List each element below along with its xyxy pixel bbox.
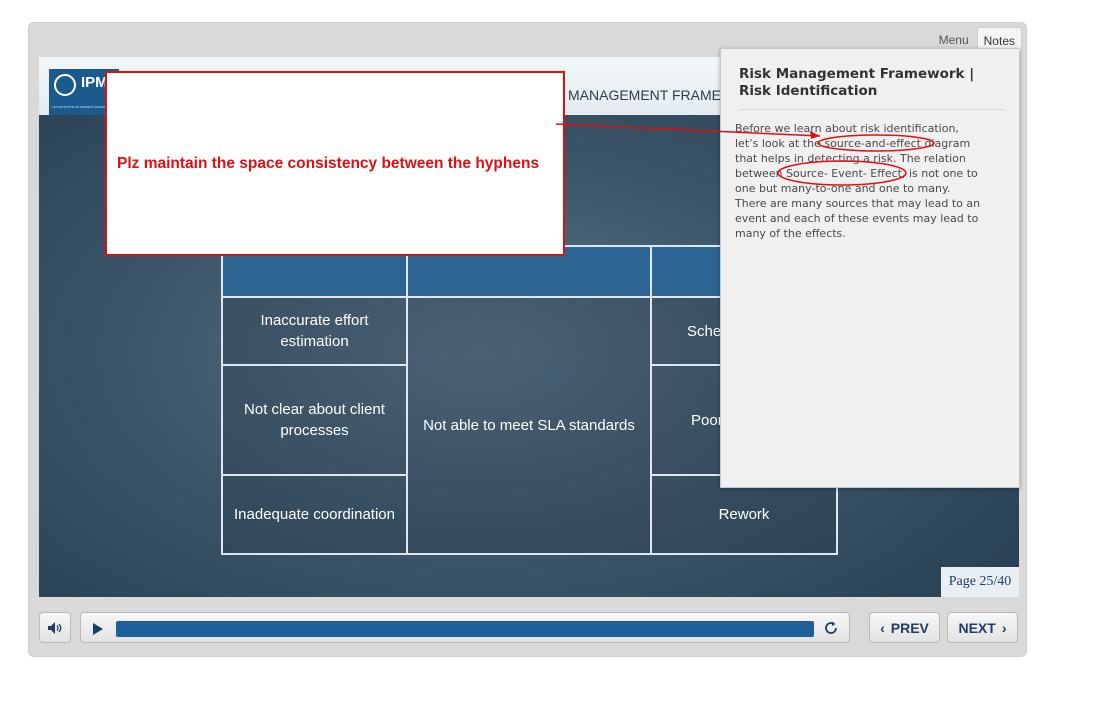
notes-divider (739, 109, 1005, 110)
page-indicator: Page 25/40 (941, 567, 1019, 597)
progress-track (80, 612, 850, 643)
speaker-icon (48, 621, 62, 634)
review-comment-text: Plz maintain the space consistency betwe… (117, 155, 540, 172)
cause-cell: Inadequate coordination (221, 474, 408, 555)
cause-cell: Not clear about client processes (221, 364, 408, 476)
replay-button[interactable] (823, 620, 839, 636)
play-icon (93, 623, 103, 635)
replay-icon (825, 621, 837, 634)
playback-controls: ‹ PREV NEXT › (39, 612, 1019, 644)
chevron-right-icon: › (1001, 619, 1007, 636)
chevron-left-icon: ‹ (880, 619, 885, 636)
review-comment-box: Plz maintain the space consistency betwe… (105, 71, 565, 256)
play-button[interactable] (91, 621, 105, 635)
lt-logo-icon (54, 74, 76, 96)
mute-button[interactable] (39, 612, 71, 643)
progress-bar[interactable] (116, 621, 814, 637)
next-label: NEXT (958, 619, 996, 636)
prev-button[interactable]: ‹ PREV (869, 612, 940, 643)
logo-text: IPM (81, 74, 108, 91)
progress-fill (116, 621, 814, 637)
notes-title: Risk Management Framework | Risk Identif… (739, 66, 975, 99)
prev-label: PREV (890, 619, 929, 636)
notes-panel: Risk Management Framework | Risk Identif… (720, 48, 1020, 488)
cause-cell: Inaccurate effort estimation (221, 296, 408, 366)
event-cell: Not able to meet SLA standards (406, 296, 652, 555)
course-title: MANAGEMENT FRAMEW (568, 87, 735, 103)
next-button[interactable]: NEXT › (947, 612, 1018, 643)
notes-body: Before we learn about risk identificatio… (735, 122, 981, 240)
